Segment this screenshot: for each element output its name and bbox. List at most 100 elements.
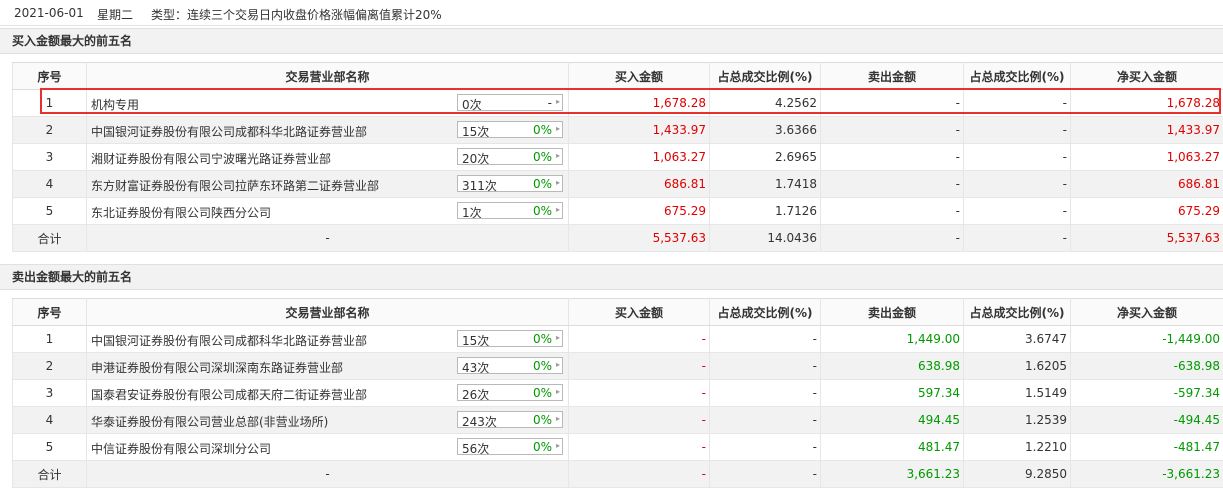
success-rate-text: 0% [532, 386, 552, 400]
branch-cell: 机构专用 0次 - ▸ [86, 89, 569, 117]
branch-name[interactable]: 湘财证券股份有限公司宁波曙光路证券营业部 [91, 150, 331, 167]
buy-ratio: - [709, 352, 821, 380]
table-row: 4 东方财富证券股份有限公司拉萨东环路第二证券营业部 311次 0% ▸ 686.81 1.… [12, 170, 1223, 198]
history-dropdown[interactable]: 56次 0% ▸ [457, 438, 563, 456]
branch-cell: 东北证券股份有限公司陕西分公司 1次 0% ▸ [86, 197, 569, 225]
caret-right-icon: ▸ [555, 205, 560, 214]
branch-name[interactable]: 国泰君安证券股份有限公司成都天府二街证券营业部 [91, 386, 367, 403]
row-no: 1 [12, 325, 87, 353]
branch-name[interactable]: 申港证券股份有限公司深圳深南东路证券营业部 [91, 359, 343, 376]
total-net: -3,661.23 [1070, 460, 1223, 488]
history-dropdown[interactable]: 15次 0% ▸ [457, 121, 563, 139]
col-buy: 买入金额 [568, 298, 710, 326]
branch-cell: 华泰证券股份有限公司营业总部(非营业场所) 243次 0% ▸ [86, 406, 569, 434]
total-sell: - [820, 224, 964, 252]
buy-amount: - [568, 352, 710, 380]
sell-ratio: 1.5149 [963, 379, 1071, 407]
table-row: 1 中国银河证券股份有限公司成都科华北路证券营业部 15次 0% ▸ - -1,449.00… [12, 325, 1223, 353]
branch-name[interactable]: 东北证券股份有限公司陕西分公司 [91, 204, 271, 221]
caret-right-icon: ▸ [555, 414, 560, 423]
net-amount: 686.81 [1070, 170, 1223, 198]
net-amount: 675.29 [1070, 197, 1223, 225]
history-dropdown[interactable]: 311次 0% ▸ [457, 175, 563, 193]
col-sell: 卖出金额 [820, 298, 964, 326]
branch-name[interactable]: 中国银河证券股份有限公司成都科华北路证券营业部 [91, 123, 367, 140]
net-amount: -1,449.00 [1070, 325, 1223, 353]
count-text: 0次 [462, 98, 482, 112]
buy-amount: 1,433.97 [568, 116, 710, 144]
col-net: 净买入金额 [1070, 298, 1223, 326]
row-no: 3 [12, 143, 87, 171]
count-text: 43次 [462, 361, 490, 375]
table-row: 2 申港证券股份有限公司深圳深南东路证券营业部 43次 0% ▸ - -638.98 1.62… [12, 352, 1223, 380]
buy-amount: 1,063.27 [568, 143, 710, 171]
sell-amount: - [820, 116, 964, 144]
row-no: 5 [12, 433, 87, 461]
success-rate-text: 0% [532, 413, 552, 427]
caret-right-icon: ▸ [555, 441, 560, 450]
table-row: 2 中国银河证券股份有限公司成都科华北路证券营业部 15次 0% ▸ 1,433.97 3.… [12, 116, 1223, 144]
caret-right-icon: ▸ [555, 333, 560, 342]
caret-right-icon: ▸ [555, 387, 560, 396]
net-amount: -638.98 [1070, 352, 1223, 380]
history-dropdown[interactable]: 15次 0% ▸ [457, 330, 563, 348]
net-amount: -597.34 [1070, 379, 1223, 407]
branch-name[interactable]: 中国银河证券股份有限公司成都科华北路证券营业部 [91, 332, 367, 349]
history-dropdown[interactable]: 0次 - ▸ [457, 94, 563, 112]
success-rate-text: 0% [532, 123, 552, 137]
header-row: 序号 交易营业部名称 买入金额 占总成交比例(%) 卖出金额 占总成交比例(%)… [12, 62, 1223, 90]
buy-ratio: 1.7418 [709, 170, 821, 198]
row-no: 4 [12, 170, 87, 198]
caret-right-icon: ▸ [555, 178, 560, 187]
branch-cell: 中国银河证券股份有限公司成都科华北路证券营业部 15次 0% ▸ [86, 116, 569, 144]
net-amount: 1,678.28 [1070, 89, 1223, 117]
success-rate-text: 0% [532, 359, 552, 373]
branch-name[interactable]: 机构专用 [91, 96, 139, 113]
buy-ratio: 4.2562 [709, 89, 821, 117]
count-text: 15次 [462, 334, 490, 348]
info-bar: 2021-06-01 星期二 类型：连续三个交易日内收盘价格涨幅偏离值累计20% [0, 0, 1223, 26]
buy-ratio: - [709, 379, 821, 407]
row-no: 4 [12, 406, 87, 434]
total-label: 合计 [12, 224, 87, 252]
buy-amount: - [568, 433, 710, 461]
history-dropdown[interactable]: 1次 0% ▸ [457, 202, 563, 220]
buy-amount: 686.81 [568, 170, 710, 198]
success-rate-text: 0% [532, 177, 552, 191]
sell-ratio: - [963, 116, 1071, 144]
buy-ratio: 3.6366 [709, 116, 821, 144]
sell-amount: 597.34 [820, 379, 964, 407]
net-amount: -494.45 [1070, 406, 1223, 434]
row-no: 3 [12, 379, 87, 407]
total-net: 5,537.63 [1070, 224, 1223, 252]
row-no: 5 [12, 197, 87, 225]
table-row: 3 国泰君安证券股份有限公司成都天府二街证券营业部 26次 0% ▸ - -597.34 1.… [12, 379, 1223, 407]
history-dropdown[interactable]: 20次 0% ▸ [457, 148, 563, 166]
sell-amount: 1,449.00 [820, 325, 964, 353]
branch-name[interactable]: 中信证券股份有限公司深圳分公司 [91, 440, 271, 457]
col-no: 序号 [12, 298, 87, 326]
sell-ratio: 3.6747 [963, 325, 1071, 353]
history-dropdown[interactable]: 243次 0% ▸ [457, 411, 563, 429]
net-amount: 1,063.27 [1070, 143, 1223, 171]
buy-ratio: 2.6965 [709, 143, 821, 171]
branch-name[interactable]: 华泰证券股份有限公司营业总部(非营业场所) [91, 413, 328, 430]
caret-right-icon: ▸ [555, 97, 560, 106]
total-buy: 5,537.63 [568, 224, 710, 252]
sell-ratio: - [963, 143, 1071, 171]
total-buy-ratio: - [709, 460, 821, 488]
history-dropdown[interactable]: 26次 0% ▸ [457, 384, 563, 402]
branch-cell: 国泰君安证券股份有限公司成都天府二街证券营业部 26次 0% ▸ [86, 379, 569, 407]
history-dropdown[interactable]: 43次 0% ▸ [457, 357, 563, 375]
total-name: - [86, 224, 569, 252]
sell-ratio: 1.2539 [963, 406, 1071, 434]
branch-cell: 申港证券股份有限公司深圳深南东路证券营业部 43次 0% ▸ [86, 352, 569, 380]
sell-ratio: 1.2210 [963, 433, 1071, 461]
buy-top5-table: 序号 交易营业部名称 买入金额 占总成交比例(%) 卖出金额 占总成交比例(%)… [12, 62, 1223, 252]
sell-amount: - [820, 170, 964, 198]
sell-amount: 494.45 [820, 406, 964, 434]
caret-right-icon: ▸ [555, 124, 560, 133]
branch-name[interactable]: 东方财富证券股份有限公司拉萨东环路第二证券营业部 [91, 177, 379, 194]
branch-cell: 中信证券股份有限公司深圳分公司 56次 0% ▸ [86, 433, 569, 461]
success-rate-text: 0% [532, 150, 552, 164]
